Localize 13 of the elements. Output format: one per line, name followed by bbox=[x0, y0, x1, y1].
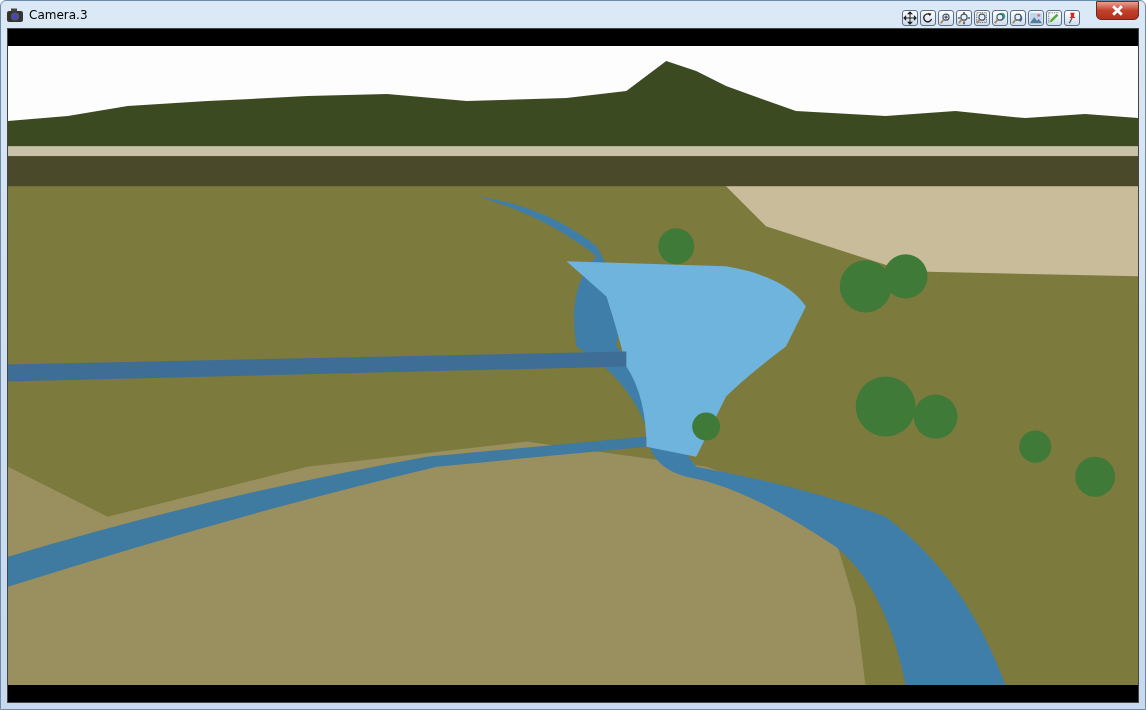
landscape-icon[interactable] bbox=[1028, 9, 1044, 26]
pushpin-icon[interactable] bbox=[1064, 9, 1080, 26]
magnifier-undo-icon[interactable] bbox=[1010, 9, 1026, 26]
crosshair-arrows-icon[interactable] bbox=[902, 9, 918, 26]
magnifier-arrows-icon[interactable] bbox=[956, 9, 972, 26]
camera-icon bbox=[7, 7, 23, 22]
close-button[interactable] bbox=[1096, 1, 1139, 20]
window-title: Camera.3 bbox=[29, 7, 88, 22]
close-icon bbox=[1111, 5, 1124, 16]
magnifier-plus-icon[interactable] bbox=[938, 9, 954, 26]
magnifier-box-icon[interactable] bbox=[974, 9, 990, 26]
pencil-icon[interactable] bbox=[1046, 9, 1062, 26]
magnifier-globe-icon[interactable] bbox=[992, 9, 1008, 26]
